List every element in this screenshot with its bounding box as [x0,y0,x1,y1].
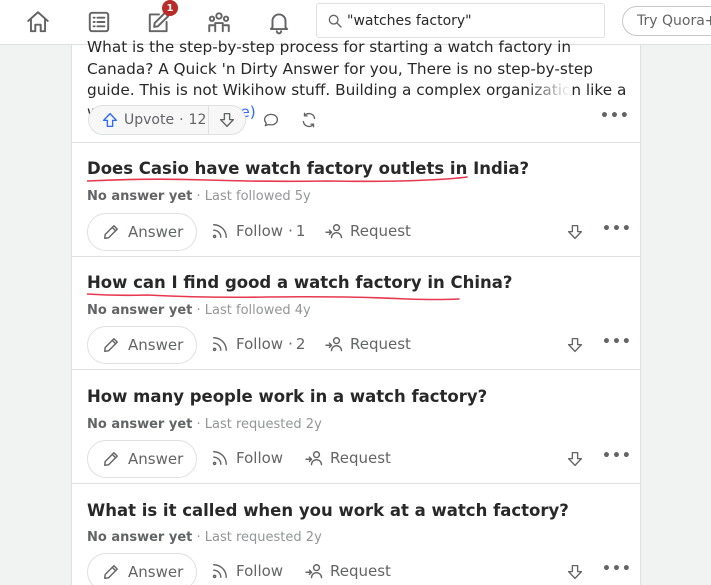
follow-rss-icon [212,564,227,579]
search-results-feed: What is the step-by-step process for sta… [71,38,641,585]
upvote-label: Upvote [124,112,175,128]
follow-count: 1 [295,222,306,240]
question-result-card: What is it called when you work at a wat… [72,484,641,585]
answer-status: No answer yet [87,530,193,545]
follow-rss-icon [212,337,227,352]
request-label: Request [350,335,411,353]
request-person-arrow-icon [325,337,343,352]
follow-button[interactable]: Follow [210,448,283,468]
answer-label: Answer [128,450,184,468]
follow-count: 2 [295,335,306,353]
more-options-icon[interactable]: ••• [602,221,632,237]
upvote-count: 12 [188,112,207,128]
pencil-icon [104,225,118,239]
request-person-arrow-icon [305,564,323,579]
more-options-icon[interactable]: ••• [602,448,632,464]
follow-label: Follow [236,222,284,240]
request-label: Request [330,562,391,580]
request-label: Request [350,222,411,240]
search-input[interactable] [347,12,597,29]
question-result-card: How can I find good a watch factory in C… [72,257,641,370]
text-fade [526,81,571,101]
red-annotation-underline [87,176,468,183]
request-button[interactable]: Request [304,561,391,581]
following-feed-icon[interactable] [83,6,115,38]
notification-badge: 1 [162,0,178,16]
answer-status: No answer yet [87,189,193,204]
answer-label: Answer [128,223,184,241]
pencil-icon [104,565,118,579]
answer-button[interactable]: Answer [87,440,197,478]
follow-label: Follow [236,562,284,580]
try-quora-plus-button[interactable]: Try Quora+ [622,6,711,36]
last-activity: Last requested 2y [204,530,322,545]
more-options-icon[interactable]: ••• [602,561,632,577]
separator-dot: · [179,112,184,128]
last-activity: Last followed 5y [204,189,311,204]
downvote-question-icon[interactable] [563,447,587,471]
last-activity: Last requested 2y [204,417,322,432]
last-activity: Last followed 4y [204,303,311,318]
follow-button[interactable]: Follow [210,561,283,581]
downvote-question-icon[interactable] [563,560,587,584]
answer-result-card: What is the step-by-step process for sta… [72,38,641,143]
spaces-icon[interactable] [203,6,235,38]
request-person-arrow-icon [325,224,343,239]
search-icon [328,14,342,28]
downvote-question-icon[interactable] [563,333,587,357]
answer-edit-icon[interactable]: 1 [143,0,178,38]
request-person-arrow-icon [305,451,323,466]
answer-status: No answer yet [87,417,193,432]
question-meta: No answer yet · Last followed 5y [87,189,311,204]
question-meta: No answer yet · Last requested 2y [87,417,322,432]
question-title[interactable]: How can I find good a watch factory in C… [87,273,512,292]
home-icon[interactable] [22,6,54,38]
follow-label: Follow [236,335,284,353]
question-result-card: Does Casio have watch factory outlets in… [72,143,641,257]
request-button[interactable]: Request [324,334,411,354]
follow-label: Follow [236,449,284,467]
more-options-icon[interactable]: ••• [600,108,630,124]
answer-button[interactable]: Answer [87,553,197,585]
vote-pill: Upvote · 12 [88,105,246,135]
follow-button[interactable]: Follow · 2 [210,334,305,354]
question-meta: No answer yet · Last requested 2y [87,530,322,545]
downvote-button[interactable] [209,111,245,129]
answer-label: Answer [128,336,184,354]
upvote-button[interactable]: Upvote · 12 [89,106,209,134]
question-title[interactable]: How many people work in a watch factory? [87,387,487,406]
follow-count-dot: · [288,335,293,353]
answer-button[interactable]: Answer [87,326,197,364]
follow-rss-icon [212,224,227,239]
request-button[interactable]: Request [304,448,391,468]
request-label: Request [330,449,391,467]
more-options-icon[interactable]: ••• [602,334,632,350]
question-title[interactable]: What is it called when you work at a wat… [87,501,569,520]
downvote-arrow-icon [219,112,235,128]
comment-icon[interactable] [259,108,283,132]
request-button[interactable]: Request [324,221,411,241]
question-meta: No answer yet · Last followed 4y [87,303,311,318]
answer-label: Answer [128,563,184,581]
downvote-question-icon[interactable] [563,220,587,244]
answer-status: No answer yet [87,303,193,318]
search-bar[interactable] [316,3,605,38]
pencil-icon [104,452,118,466]
answer-button[interactable]: Answer [87,213,197,251]
follow-rss-icon [212,451,227,466]
upvote-arrow-icon [102,112,118,128]
question-result-card: How many people work in a watch factory?… [72,370,641,484]
share-reshare-icon[interactable] [297,108,321,132]
follow-button[interactable]: Follow · 1 [210,221,305,241]
follow-count-dot: · [288,222,293,240]
notifications-bell-icon[interactable] [263,6,295,38]
pencil-icon [104,338,118,352]
